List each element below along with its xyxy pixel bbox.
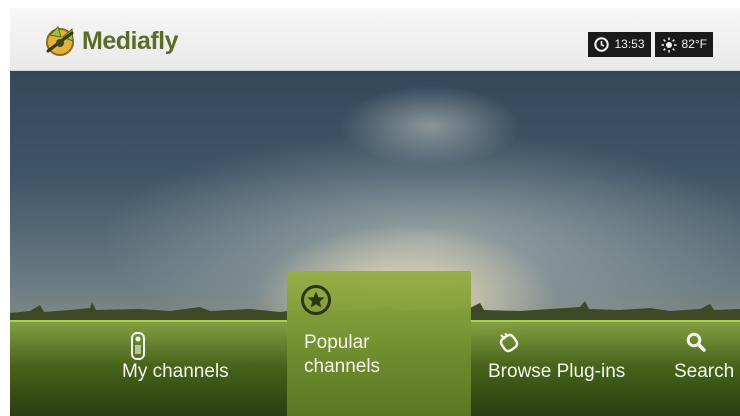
menu-item-label: My channels bbox=[122, 361, 229, 382]
search-icon bbox=[686, 332, 706, 352]
menu-item-label-line1: Popular bbox=[304, 332, 370, 353]
menu-item-label-line2: channels bbox=[304, 356, 381, 377]
sun-icon bbox=[661, 37, 677, 52]
menu-item-browse-plugins[interactable]: Browse Plug-ins bbox=[488, 322, 668, 416]
menu-item-label: Search bbox=[674, 361, 735, 382]
temperature: 82°F bbox=[681, 37, 707, 51]
fly-logo-icon bbox=[46, 26, 74, 56]
clock-icon bbox=[594, 37, 610, 52]
menu-item-label: Browse Plug-ins bbox=[488, 361, 626, 382]
plug-icon bbox=[499, 333, 519, 353]
app-name: Mediafly bbox=[82, 27, 179, 55]
header-bar: Mediafly 13:53 82°F bbox=[10, 8, 740, 71]
app-logo: Mediafly bbox=[42, 24, 179, 58]
remote-icon bbox=[131, 332, 145, 360]
menu-item-my-channels[interactable]: My channels bbox=[118, 322, 268, 416]
clock-time: 13:53 bbox=[614, 37, 645, 51]
menu-item-search[interactable]: Search bbox=[674, 322, 740, 416]
clock-badge: 13:53 bbox=[588, 32, 651, 57]
status-area: 13:53 82°F bbox=[588, 32, 713, 57]
menu-item-popular-channels[interactable]: Popular channels bbox=[287, 271, 471, 416]
weather-badge: 82°F bbox=[654, 32, 713, 57]
media-home-screen: Mediafly 13:53 82°F My channels Browse P… bbox=[0, 0, 740, 416]
star-circle-icon bbox=[301, 285, 331, 315]
